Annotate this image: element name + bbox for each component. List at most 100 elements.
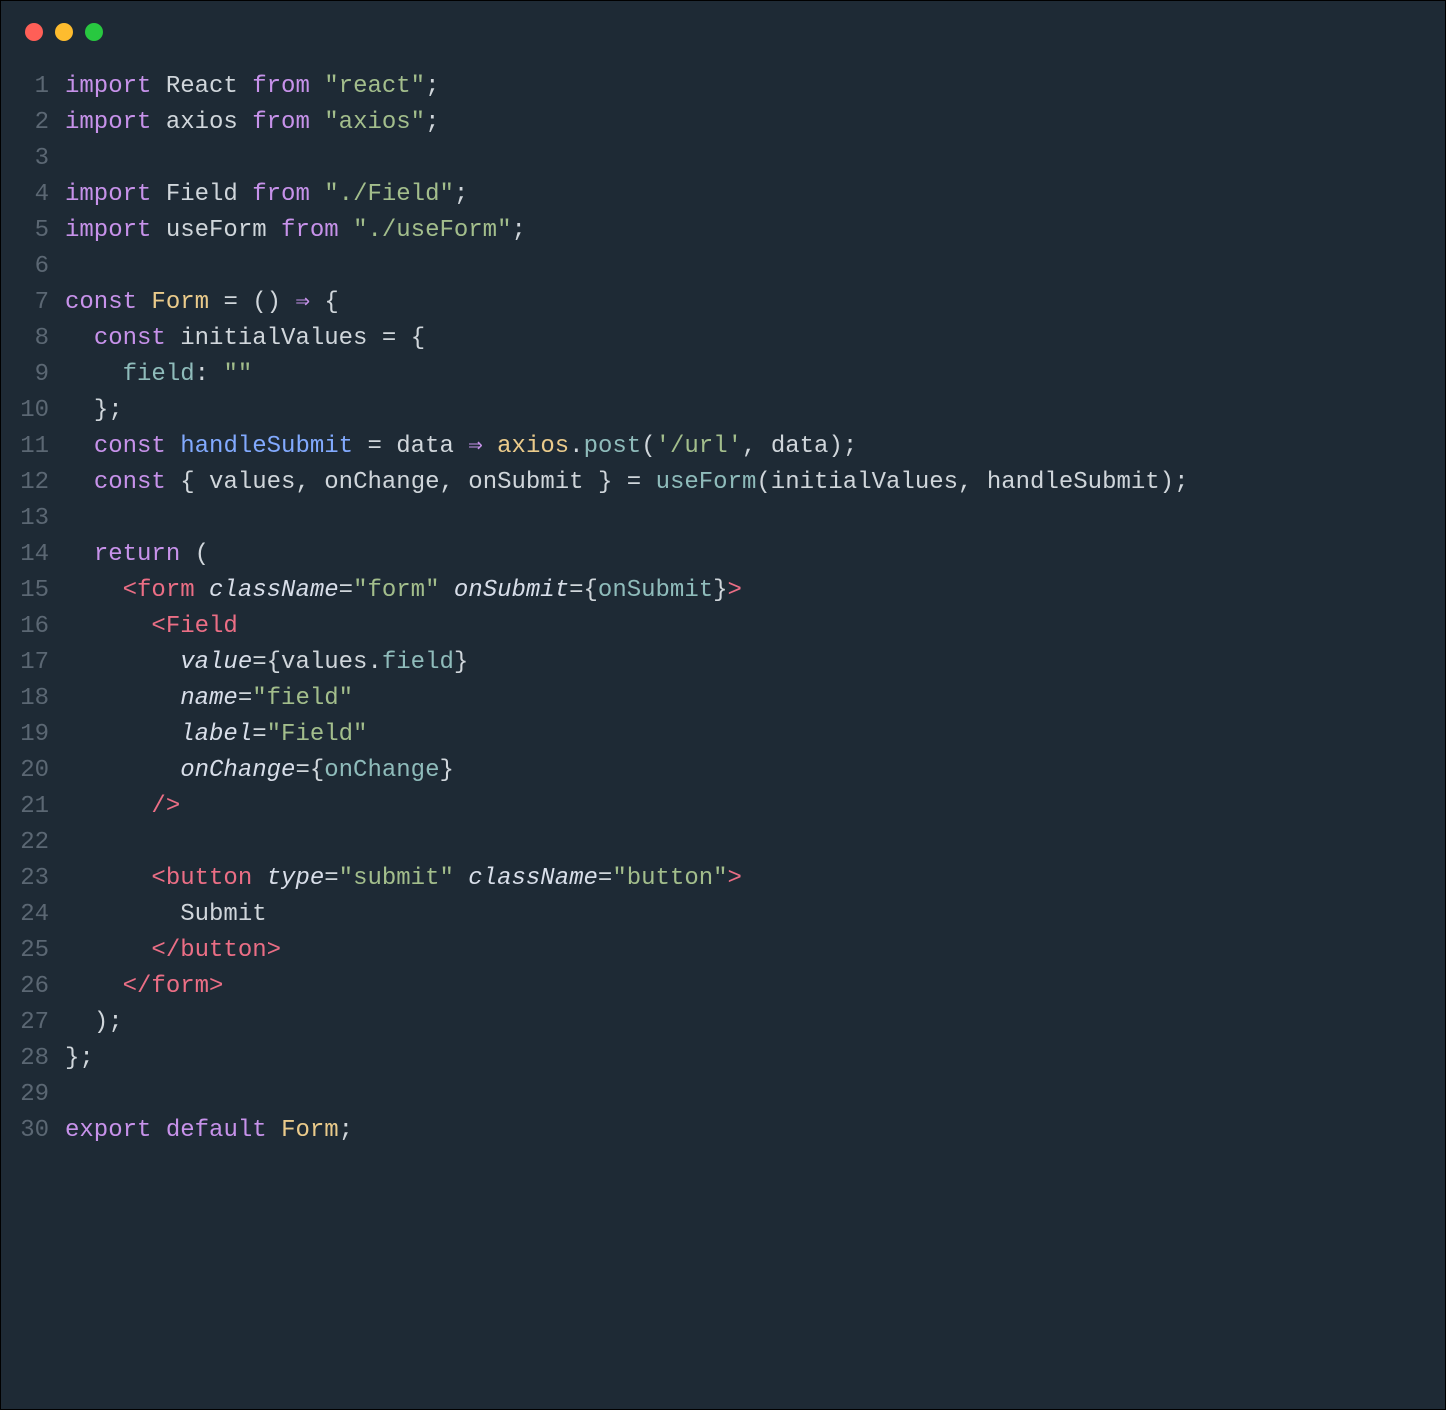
code-line[interactable]: 11 const handleSubmit = data ⇒ axios.pos… [1,429,1445,465]
code-content[interactable]: import React from "react"; [65,69,1445,105]
code-content[interactable]: Submit [65,897,1445,933]
token-id: axios [151,109,252,136]
token-pun: { [267,649,281,676]
code-line[interactable]: 7const Form = () ⇒ { [1,285,1445,321]
code-content[interactable]: field: "" [65,357,1445,393]
token-id [209,361,223,388]
token-kw: import [65,109,151,136]
code-content[interactable]: label="Field" [65,717,1445,753]
code-line[interactable]: 23 <button type="submit" className="butt… [1,861,1445,897]
code-content[interactable]: name="field" [65,681,1445,717]
token-pun: = [598,865,612,892]
code-line[interactable]: 12 const { values, onChange, onSubmit } … [1,465,1445,501]
code-content[interactable]: value={values.field} [65,645,1445,681]
close-icon[interactable] [25,23,43,41]
code-line[interactable]: 1import React from "react"; [1,69,1445,105]
code-line[interactable]: 8 const initialValues = { [1,321,1445,357]
code-content[interactable]: const { values, onChange, onSubmit } = u… [65,465,1445,501]
token-tag: > [728,865,742,892]
code-editor[interactable]: 1import React from "react";2import axios… [1,51,1445,1149]
code-line[interactable]: 20 onChange={onChange} [1,753,1445,789]
token-id [281,289,295,316]
token-tag: </button> [151,937,281,964]
maximize-icon[interactable] [85,23,103,41]
token-kw: const [94,433,166,460]
token-pun: } [439,757,453,784]
token-id [209,289,223,316]
code-content[interactable]: import axios from "axios"; [65,105,1445,141]
token-pun: ; [512,217,526,244]
code-content[interactable]: </form> [65,969,1445,1005]
token-id: initialValues [166,325,382,352]
code-line[interactable]: 13 [1,501,1445,537]
code-line[interactable]: 17 value={values.field} [1,645,1445,681]
code-content[interactable]: import Field from "./Field"; [65,177,1445,213]
token-kw: default [166,1117,267,1144]
token-id [65,721,180,748]
token-id [641,469,655,496]
token-kw: from [252,181,310,208]
code-content[interactable] [65,825,1445,861]
code-content[interactable]: const Form = () ⇒ { [65,285,1445,321]
code-content[interactable]: </button> [65,933,1445,969]
code-content[interactable]: ); [65,1005,1445,1041]
token-id [267,1117,281,1144]
token-id [310,181,324,208]
code-content[interactable] [65,141,1445,177]
token-id [65,433,94,460]
token-pun: = [367,433,381,460]
code-line[interactable]: 18 name="field" [1,681,1445,717]
code-line[interactable]: 21 /> [1,789,1445,825]
code-content[interactable]: onChange={onChange} [65,753,1445,789]
code-line[interactable]: 30export default Form; [1,1113,1445,1149]
token-pun: } [454,649,468,676]
code-line[interactable]: 26 </form> [1,969,1445,1005]
code-content[interactable]: /> [65,789,1445,825]
code-content[interactable]: export default Form; [65,1113,1445,1149]
code-content[interactable]: const initialValues = { [65,321,1445,357]
code-line[interactable]: 9 field: "" [1,357,1445,393]
code-content[interactable]: <form className="form" onSubmit={onSubmi… [65,573,1445,609]
token-str: "form" [353,577,439,604]
code-line[interactable]: 22 [1,825,1445,861]
code-content[interactable]: }; [65,1041,1445,1077]
token-str: "Field" [267,721,368,748]
code-content[interactable]: return ( [65,537,1445,573]
token-attr: className [209,577,339,604]
code-line[interactable]: 2import axios from "axios"; [1,105,1445,141]
code-line[interactable]: 6 [1,249,1445,285]
code-content[interactable]: const handleSubmit = data ⇒ axios.post('… [65,429,1445,465]
token-id [454,865,468,892]
code-content[interactable] [65,1077,1445,1113]
code-line[interactable]: 29 [1,1077,1445,1113]
code-line[interactable]: 19 label="Field" [1,717,1445,753]
code-line[interactable]: 3 [1,141,1445,177]
token-kw: import [65,217,151,244]
token-pun: ); [1160,469,1189,496]
code-content[interactable] [65,501,1445,537]
minimize-icon[interactable] [55,23,73,41]
code-line[interactable]: 16 <Field [1,609,1445,645]
code-line[interactable]: 25 </button> [1,933,1445,969]
code-line[interactable]: 10 }; [1,393,1445,429]
code-line[interactable]: 28}; [1,1041,1445,1077]
token-id [65,973,123,1000]
token-pun: { [584,577,598,604]
code-line[interactable]: 24 Submit [1,897,1445,933]
code-content[interactable]: import useForm from "./useForm"; [65,213,1445,249]
code-line[interactable]: 15 <form className="form" onSubmit={onSu… [1,573,1445,609]
code-content[interactable]: <button type="submit" className="button"… [65,861,1445,897]
token-id [65,397,94,424]
code-line[interactable]: 27 ); [1,1005,1445,1041]
token-id [310,109,324,136]
code-content[interactable] [65,249,1445,285]
code-content[interactable]: }; [65,393,1445,429]
line-number: 9 [1,357,65,393]
token-prop: useForm [656,469,757,496]
token-id [65,541,94,568]
token-const: Form [281,1117,339,1144]
code-line[interactable]: 14 return ( [1,537,1445,573]
code-line[interactable]: 4import Field from "./Field"; [1,177,1445,213]
code-content[interactable]: <Field [65,609,1445,645]
code-line[interactable]: 5import useForm from "./useForm"; [1,213,1445,249]
